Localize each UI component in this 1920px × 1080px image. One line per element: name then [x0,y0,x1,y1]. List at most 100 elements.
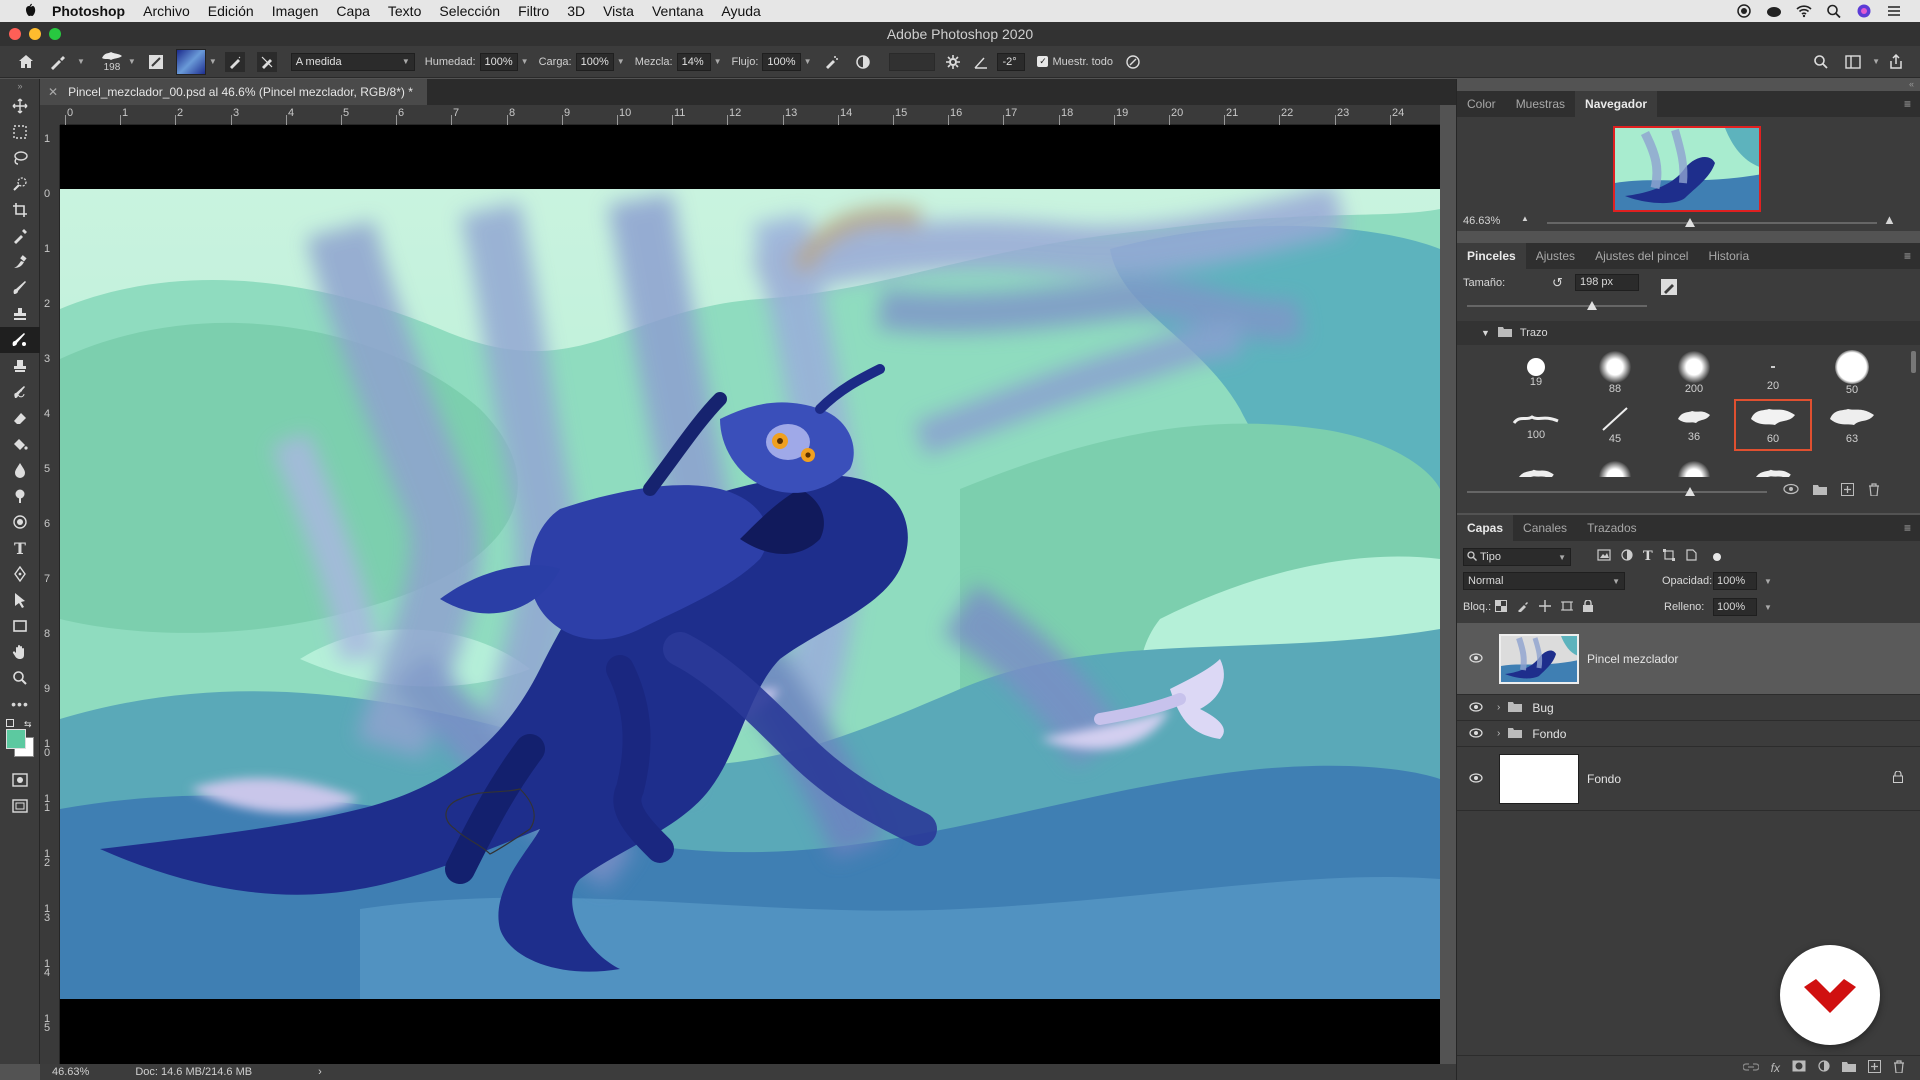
group-expand-chevron-icon[interactable]: ▼ [1481,328,1490,338]
load-field[interactable]: 100% [575,52,614,71]
smoothing-field[interactable] [889,52,936,71]
group-expand-chevron-icon[interactable]: › [1497,702,1500,713]
ruler-origin[interactable] [40,105,60,125]
layer-name[interactable]: Bug [1532,701,1553,715]
new-group-icon[interactable] [1842,1061,1856,1075]
lasso-tool-icon[interactable] [0,145,40,171]
visibility-eye-icon[interactable] [1469,772,1491,786]
collapse-toolbar-icon[interactable]: » [0,79,40,93]
tab-brush-settings[interactable]: Ajustes del pincel [1585,243,1698,269]
more-tools-icon[interactable]: ••• [0,691,40,717]
search-icon[interactable] [1811,52,1831,72]
group-expand-chevron-icon[interactable]: › [1497,728,1500,739]
canvas-area[interactable] [60,125,1440,1064]
brush-size-field[interactable]: 198 px [1575,274,1639,291]
vertical-ruler[interactable]: 101234567891 01 11 21 31 41 5 [40,125,60,1064]
history-brush-tool-icon[interactable] [0,379,40,405]
brush-preset-45[interactable]: 45 [1576,399,1654,451]
sample-all-layers-checkbox[interactable]: ✓ Muestr. todo [1037,56,1113,68]
clean-brush-icon[interactable] [256,51,277,72]
menu-archivo[interactable]: Archivo [143,3,190,19]
collapse-panels-icon[interactable]: « [1909,79,1914,89]
link-layers-icon[interactable] [1742,1061,1760,1075]
tool-preset-chevron-icon[interactable]: ▼ [77,57,85,66]
delete-layer-icon[interactable] [1893,1059,1905,1076]
navigator-zoom-value[interactable]: 46.63% [1463,215,1500,227]
menu-texto[interactable]: Texto [388,3,421,19]
wet-field[interactable]: 100% [479,52,518,71]
visibility-eye-icon[interactable] [1469,652,1491,666]
mix-field[interactable]: 14% [676,52,711,71]
brush-preset-50[interactable]: 50 [1813,347,1891,399]
document-tab[interactable]: ✕ Pincel_mezclador_00.psd al 46.6% (Pinc… [40,79,427,105]
preview-size-slider[interactable] [1467,491,1767,493]
layers-panel-menu-icon[interactable]: ≡ [1904,521,1911,535]
horizontal-ruler[interactable]: 0 1 2 3 4 5 6 7 8 9 10 11 12 13 14 15 16 17 18 19 20 21 22 23 24 [60,105,1440,125]
default-colors-icon[interactable] [6,719,14,727]
opacity-field[interactable]: 100% [1713,572,1757,590]
layer-row-fondo-group[interactable]: › Fondo [1457,721,1920,747]
menu-ventana[interactable]: Ventana [652,3,703,19]
zoom-in-icon[interactable]: ▲ [1883,212,1896,227]
mix-chevron-icon[interactable]: ▼ [714,57,722,66]
brush-edit-icon[interactable] [1661,279,1677,295]
tab-layers[interactable]: Capas [1457,515,1514,541]
menu-seleccion[interactable]: Selección [439,3,500,19]
type-tool-icon[interactable]: T [0,535,40,561]
menu-capa[interactable]: Capa [336,3,369,19]
creative-cloud-icon[interactable] [1766,4,1782,18]
layer-style-fx-icon[interactable]: fx [1771,1061,1780,1075]
zoom-tool-icon[interactable] [0,665,40,691]
siri-icon[interactable] [1856,4,1872,18]
layer-name[interactable]: Fondo [1587,772,1621,786]
workspace-layout-icon[interactable] [1843,52,1863,72]
status-expand-arrow[interactable]: › [318,1066,322,1078]
panel-menu-icon[interactable]: ≡ [1904,97,1911,111]
filter-type-layers-icon[interactable]: T [1643,549,1653,564]
marquee-tool-icon[interactable] [0,119,40,145]
brush-preset-19[interactable]: 19 [1497,347,1575,399]
lock-position-icon[interactable] [1539,600,1551,615]
delete-brush-icon[interactable] [1868,483,1880,499]
brush-preset-row3-1[interactable] [1497,451,1575,477]
layer-filter-select[interactable]: Tipo ▼ [1463,548,1571,566]
brush-preset-row3-2[interactable] [1576,451,1654,477]
brush-preset-36[interactable]: 36 [1655,399,1733,451]
mix-preset-select[interactable]: A medida ▼ [290,52,415,71]
flow-field[interactable]: 100% [762,52,801,71]
zoom-window-button[interactable] [49,28,61,40]
crop-tool-icon[interactable] [0,197,40,223]
new-brush-icon[interactable] [1841,483,1854,499]
new-fill-adjustment-icon[interactable] [1818,1060,1830,1075]
hand-tool-icon[interactable] [0,639,40,665]
blend-mode-select[interactable]: Normal ▼ [1463,572,1625,590]
paint-bucket-tool-icon[interactable] [0,431,40,457]
apple-icon[interactable] [22,3,38,19]
brush-preset-100[interactable]: 100 [1497,399,1575,451]
spotlight-search-icon[interactable] [1826,4,1842,19]
eraser-tool-icon[interactable] [0,405,40,431]
move-tool-icon[interactable] [0,93,40,119]
brush-preset-200[interactable]: 200 [1655,347,1733,399]
healing-brush-tool-icon[interactable] [0,249,40,275]
lock-image-pixels-icon[interactable] [1517,600,1529,615]
filter-toggle-switch[interactable] [1712,552,1721,561]
smoothing-settings-gear-icon[interactable] [943,52,963,72]
opacity-chevron-icon[interactable]: ▼ [1764,577,1772,586]
foreground-color-swatch[interactable] [6,729,26,749]
status-zoom[interactable]: 46.63% [52,1066,89,1078]
mixer-brush-tool-icon[interactable] [0,327,40,353]
brush-preset-63[interactable]: 63 [1813,399,1891,451]
brush-angle-field[interactable]: -2° [997,52,1026,71]
menu-imagen[interactable]: Imagen [272,3,319,19]
visibility-eye-icon[interactable] [1469,701,1491,715]
brush-load-chevron-icon[interactable]: ▼ [209,57,217,66]
brush-size-slider-thumb[interactable] [1587,301,1597,310]
smoothing-icon[interactable] [853,52,873,72]
share-icon[interactable] [1886,52,1906,72]
visibility-eye-icon[interactable] [1469,727,1491,741]
record-icon[interactable] [1736,4,1752,18]
quick-selection-tool-icon[interactable] [0,171,40,197]
fill-chevron-icon[interactable]: ▼ [1764,603,1772,612]
tab-brushes[interactable]: Pinceles [1457,243,1526,269]
